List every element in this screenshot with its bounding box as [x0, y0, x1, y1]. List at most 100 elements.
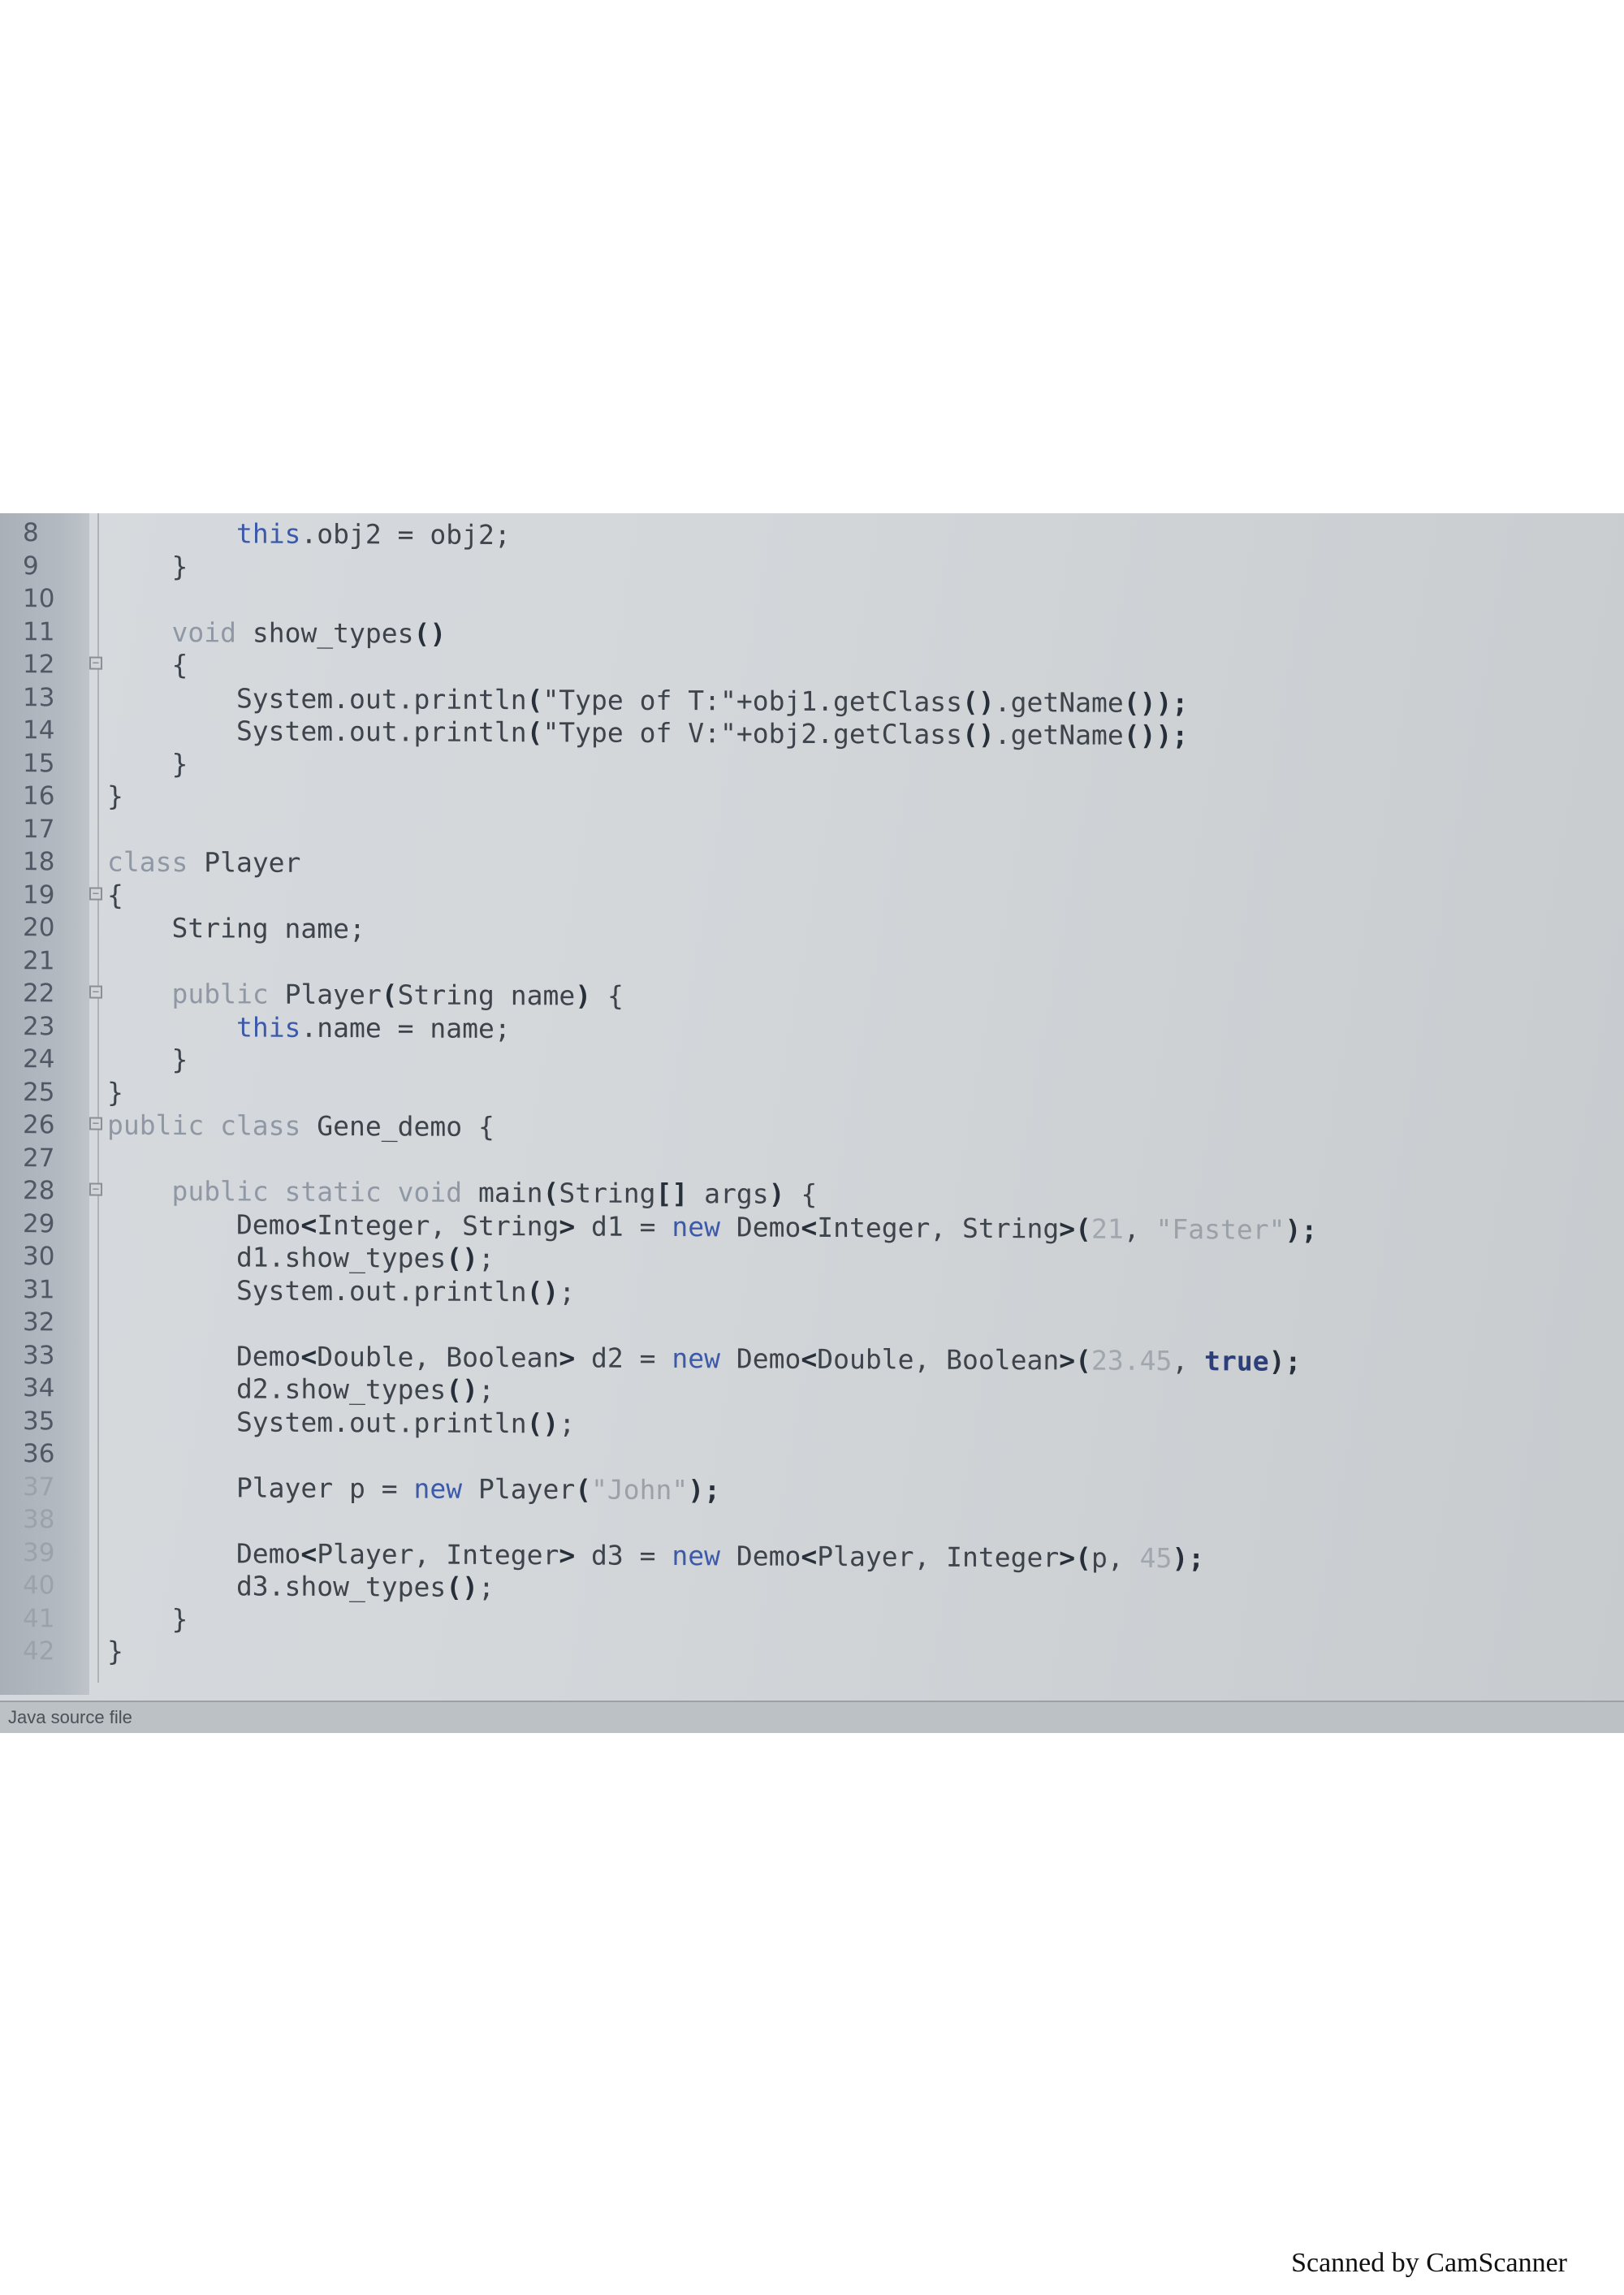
code-token: >( [1059, 1343, 1091, 1377]
code-token: () [526, 1275, 559, 1307]
code-token: new [672, 1342, 721, 1374]
line-number: 8 [23, 518, 39, 548]
code-token: < [801, 1540, 818, 1572]
line-number: 28 [23, 1176, 55, 1206]
fold-toggle-icon[interactable]: − [89, 985, 102, 999]
code-token: ); [1285, 1213, 1318, 1246]
code-token: < [801, 1342, 818, 1375]
code-text: } [107, 1636, 123, 1668]
code-token: System.out.println [107, 1405, 527, 1439]
code-text: d1.show_types(); [107, 1241, 495, 1275]
code-token: [] [655, 1177, 689, 1210]
code-token: 45 [1139, 1541, 1173, 1574]
code-token: > [559, 1538, 576, 1571]
fold-toggle-icon[interactable]: − [89, 887, 102, 901]
code-text: } [107, 1044, 188, 1076]
code-token: p, [1091, 1541, 1140, 1574]
code-text: Demo<Player, Integer> d3 = new Demo<Play… [107, 1536, 1204, 1575]
code-text: this.obj2 = obj2; [107, 517, 511, 551]
code-text: } [107, 550, 188, 582]
code-token: new [413, 1472, 463, 1505]
code-token: Player, Integer [317, 1537, 559, 1571]
code-text: d3.show_types(); [107, 1570, 495, 1604]
code-token: ( [381, 979, 398, 1011]
line-number: 12 [23, 650, 55, 680]
code-token: Player, Integer [817, 1540, 1060, 1573]
code-token: < [300, 1537, 317, 1570]
code-token: } [107, 1602, 188, 1635]
code-token: () [446, 1242, 478, 1274]
code-token: System.out.println [107, 1273, 527, 1307]
code-token: main [462, 1176, 543, 1209]
code-text: System.out.println("Type of V:"+obj2.get… [107, 715, 1188, 753]
code-token: } [107, 747, 188, 780]
code-area[interactable]: 8 this.obj2 = obj2; 9 } 10 11 void show_typ… [0, 513, 1624, 1703]
code-token: ; [477, 1571, 495, 1603]
code-text: System.out.println(); [107, 1273, 575, 1308]
code-text: System.out.println(); [107, 1405, 575, 1440]
line-number: 18 [23, 847, 55, 877]
code-token: ()) [1123, 686, 1173, 719]
fold-toggle-icon[interactable]: − [89, 656, 102, 670]
line-number: 20 [23, 913, 55, 943]
line-number: 42 [23, 1636, 55, 1666]
scanner-watermark: Scanned by CamScanner [1291, 2248, 1567, 2278]
code-text: public class Gene_demo { [107, 1109, 495, 1143]
line-number: 27 [23, 1143, 55, 1173]
code-text: { [107, 649, 188, 681]
code-token: < [801, 1211, 818, 1243]
line-number: 38 [23, 1505, 55, 1535]
code-text: void show_types() [107, 616, 446, 650]
code-text: Player p = new Player("John"); [107, 1471, 720, 1506]
code-token: Gene_demo { [300, 1109, 495, 1143]
code-text: System.out.println("Type of T:"+obj1.get… [107, 681, 1188, 720]
code-token: ; [559, 1275, 576, 1307]
code-text: this.name = name; [107, 1010, 511, 1044]
code-token: .name = name; [300, 1011, 511, 1044]
code-token: ( [575, 1472, 592, 1506]
code-token: { [784, 1178, 818, 1210]
code-token: d3 = [575, 1538, 672, 1571]
code-token: { [591, 979, 624, 1012]
code-token: Player [462, 1472, 576, 1505]
code-token: show_types [235, 616, 414, 649]
line-number: 15 [23, 748, 55, 778]
code-token: ( [526, 716, 543, 749]
code-text: public Player(String name) { [107, 978, 624, 1013]
line-number: 13 [23, 682, 55, 712]
code-token: ); [1172, 1541, 1205, 1574]
line-number: 36 [23, 1439, 55, 1469]
line-number: 22 [23, 979, 55, 1009]
code-text: } [107, 747, 188, 780]
code-token: class [107, 845, 188, 879]
code-text: } [107, 1602, 188, 1635]
line-number: 41 [23, 1603, 55, 1633]
code-text: Demo<Double, Boolean> d2 = new Demo<Doub… [107, 1339, 1301, 1377]
line-number: 34 [23, 1373, 55, 1403]
line-number: 24 [23, 1044, 55, 1074]
code-token: args [688, 1178, 769, 1210]
code-text: String name; [107, 912, 365, 946]
code-token: "Type of T:"+obj1.getClass [542, 683, 962, 718]
code-token: public static void [171, 1175, 463, 1208]
code-token: { [107, 879, 123, 911]
line-number: 16 [23, 781, 55, 811]
line-number: 23 [23, 1011, 55, 1041]
code-token: ()) [1123, 719, 1173, 752]
code-line[interactable]: 42} [0, 1635, 1616, 1675]
fold-toggle-icon[interactable]: − [89, 1117, 102, 1130]
code-token: true [1204, 1344, 1269, 1377]
code-token: d2.show_types [107, 1372, 447, 1406]
code-text: } [107, 1076, 123, 1109]
code-token: d1.show_types [107, 1240, 447, 1274]
code-token: Player p = [107, 1471, 414, 1504]
code-token: Demo [107, 1339, 301, 1372]
line-number: 17 [23, 814, 55, 844]
code-text: Demo<Integer, String> d1 = new Demo<Inte… [107, 1208, 1317, 1246]
code-token: ); [688, 1473, 721, 1506]
code-token: () [446, 1373, 478, 1406]
code-token: ; [1172, 720, 1189, 752]
fold-toggle-icon[interactable]: − [89, 1182, 102, 1196]
